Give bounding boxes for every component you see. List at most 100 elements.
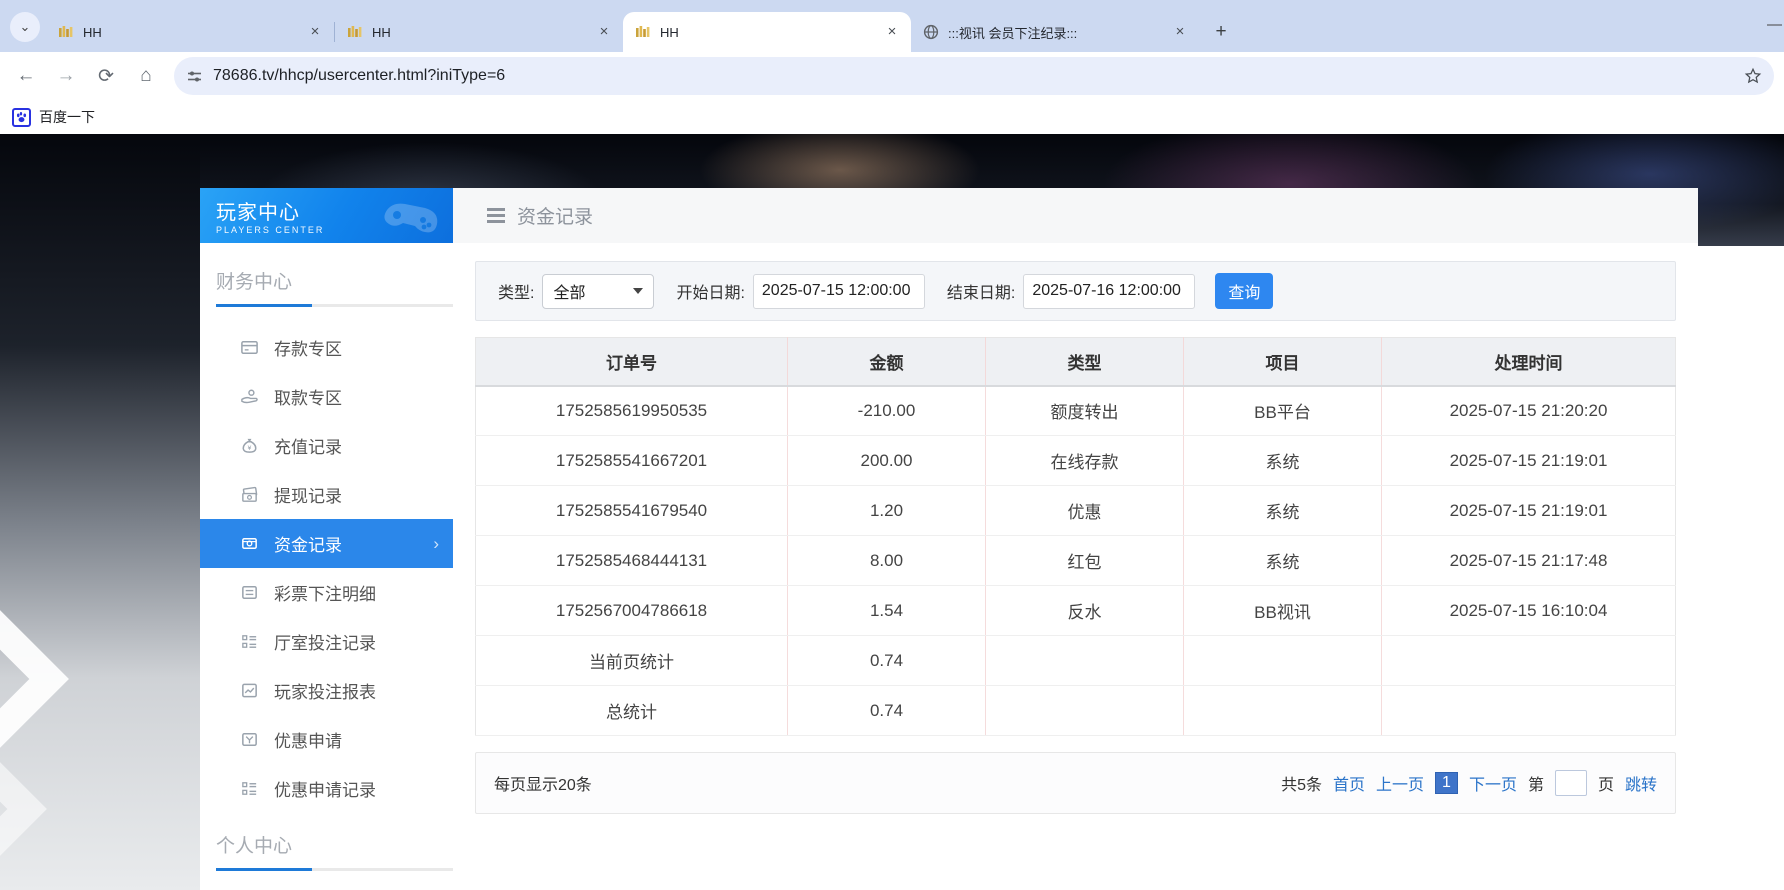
total-count-text: 共5条 xyxy=(1281,771,1322,795)
baidu-favicon xyxy=(12,108,31,127)
browser-tab-1[interactable]: HH × xyxy=(46,12,334,52)
sidebar-item-hall-bet-record[interactable]: 厅室投注记录 xyxy=(200,617,453,666)
table-cell: 8.00 xyxy=(788,536,986,586)
table-cell: 额度转出 xyxy=(986,386,1184,436)
bookmark-baidu[interactable]: 百度一下 xyxy=(39,107,95,127)
sidebar-item-label: 存款专区 xyxy=(274,335,342,360)
tab-close-icon[interactable]: × xyxy=(1171,23,1189,41)
tab-close-icon[interactable]: × xyxy=(883,23,901,41)
sidebar-item-promo-apply[interactable]: 优惠申请 xyxy=(200,715,453,764)
sidebar-item-deposit-zone[interactable]: 存款专区 xyxy=(200,323,453,372)
next-page-link[interactable]: 下一页 xyxy=(1469,771,1517,795)
table-cell: 0.74 xyxy=(788,686,986,736)
table-row: 1752585619950535-210.00额度转出BB平台2025-07-1… xyxy=(476,386,1676,436)
table-cell: 系统 xyxy=(1184,436,1382,486)
site-info-icon[interactable] xyxy=(186,68,203,85)
start-date-label: 开始日期: xyxy=(676,279,744,303)
jump-prefix-label: 第 xyxy=(1528,771,1544,795)
end-date-label: 结束日期: xyxy=(947,279,1015,303)
chevron-right-icon: › xyxy=(433,534,439,554)
window-minimize-button[interactable]: — xyxy=(1767,16,1782,33)
site-favicon-gold-icon xyxy=(347,24,363,40)
sidebar-item-label: 厅室投注记录 xyxy=(274,629,376,654)
table-cell xyxy=(986,686,1184,736)
table-row: 17525855416795401.20优惠系统2025-07-15 21:19… xyxy=(476,486,1676,536)
chevron-down-icon xyxy=(633,288,643,294)
tab-close-icon[interactable]: × xyxy=(595,23,613,41)
table-row: 当前页统计0.74 xyxy=(476,636,1676,686)
first-page-link[interactable]: 首页 xyxy=(1333,771,1365,795)
section-divider xyxy=(216,868,453,871)
page-jump-input[interactable] xyxy=(1555,770,1587,796)
table-cell: 2025-07-15 21:19:01 xyxy=(1382,436,1676,486)
table-cell: 系统 xyxy=(1184,486,1382,536)
table-cell: 总统计 xyxy=(476,686,788,736)
current-page-badge[interactable]: 1 xyxy=(1435,772,1458,794)
deposit-card-icon xyxy=(240,338,259,357)
promo-record-list-icon xyxy=(240,779,259,798)
table-cell: 优惠 xyxy=(986,486,1184,536)
table-cell: 在线存款 xyxy=(986,436,1184,486)
reload-icon[interactable]: ⟳ xyxy=(94,65,118,88)
site-favicon-gold-icon xyxy=(635,24,651,40)
new-tab-button[interactable]: + xyxy=(1207,18,1235,46)
sidebar-item-player-bet-report[interactable]: 玩家投注报表 xyxy=(200,666,453,715)
section-title-personal: 个人中心 xyxy=(200,831,453,858)
browser-tab-3-active[interactable]: HH × xyxy=(623,12,911,52)
back-icon[interactable]: ← xyxy=(14,65,38,87)
table-row: 17525854684441318.00红包系统2025-07-15 21:17… xyxy=(476,536,1676,586)
sidebar-item-label: 取款专区 xyxy=(274,384,342,409)
sidebar-item-label: 充值记录 xyxy=(274,433,342,458)
page-size-text: 每页显示20条 xyxy=(494,771,592,795)
sidebar-item-withdrawal-record[interactable]: 提现记录 xyxy=(200,470,453,519)
table-header-row: 订单号 金额 类型 项目 处理时间 xyxy=(476,338,1676,386)
address-bar[interactable]: 78686.tv/hhcp/usercenter.html?iniType=6 xyxy=(174,57,1774,95)
table-cell: 红包 xyxy=(986,536,1184,586)
sidebar-item-label: 彩票下注明细 xyxy=(274,580,376,605)
sidebar-item-label: 玩家投注报表 xyxy=(274,678,376,703)
home-icon[interactable]: ⌂ xyxy=(134,65,158,87)
table-cell: 2025-07-15 16:10:04 xyxy=(1382,586,1676,636)
table-cell xyxy=(1184,636,1382,686)
tab-title: HH xyxy=(372,25,586,40)
sidebar-item-withdraw-zone[interactable]: 取款专区 xyxy=(200,372,453,421)
search-button[interactable]: 查询 xyxy=(1215,273,1273,309)
sidebar-item-lottery-bet-detail[interactable]: 彩票下注明细 xyxy=(200,568,453,617)
end-date-input[interactable] xyxy=(1023,274,1195,309)
table-cell: 1.54 xyxy=(788,586,986,636)
withdraw-hand-icon xyxy=(240,387,259,406)
start-date-input[interactable] xyxy=(753,274,925,309)
jump-button[interactable]: 跳转 xyxy=(1625,771,1657,795)
table-cell: BB视讯 xyxy=(1184,586,1382,636)
section-divider xyxy=(216,304,453,307)
promo-apply-ticket-icon xyxy=(240,730,259,749)
paw-icon xyxy=(15,111,28,124)
bookmarks-bar: 百度一下 xyxy=(0,100,1784,134)
bookmark-star-icon[interactable] xyxy=(1744,67,1762,85)
table-cell: BB平台 xyxy=(1184,386,1382,436)
sidebar-item-promo-apply-record[interactable]: 优惠申请记录 xyxy=(200,764,453,813)
browser-tab-4[interactable]: :::视讯 会员下注纪录::: × xyxy=(911,12,1199,52)
withdrawal-banknote-icon xyxy=(240,485,259,504)
background-chevron-shape xyxy=(0,717,47,890)
browser-tab-2[interactable]: HH × xyxy=(335,12,623,52)
tab-close-icon[interactable]: × xyxy=(306,23,324,41)
funds-record-icon xyxy=(240,534,259,553)
table-cell xyxy=(1382,686,1676,736)
type-select[interactable]: 全部 xyxy=(542,274,654,309)
table-cell: 1752585619950535 xyxy=(476,386,788,436)
forward-icon[interactable]: → xyxy=(54,65,78,87)
tab-title: HH xyxy=(660,25,874,40)
table-row: 17525670047866181.54反水BB视讯2025-07-15 16:… xyxy=(476,586,1676,636)
sidebar-item-funds-record[interactable]: 资金记录 › xyxy=(200,519,453,568)
funds-record-table: 订单号 金额 类型 项目 处理时间 1752585619950535-210.0… xyxy=(475,337,1676,736)
prev-page-link[interactable]: 上一页 xyxy=(1376,771,1424,795)
pagination-controls: 共5条 首页 上一页 1 下一页 第 页 跳转 xyxy=(1281,770,1657,796)
tab-search-button[interactable]: ⌄ xyxy=(10,12,40,42)
chevron-down-icon: ⌄ xyxy=(20,19,31,35)
column-item: 项目 xyxy=(1184,338,1382,386)
jump-suffix-label: 页 xyxy=(1598,771,1614,795)
column-time: 处理时间 xyxy=(1382,338,1676,386)
sidebar-item-recharge-record[interactable]: ¥ 充值记录 xyxy=(200,421,453,470)
tab-title: :::视讯 会员下注纪录::: xyxy=(948,23,1162,42)
